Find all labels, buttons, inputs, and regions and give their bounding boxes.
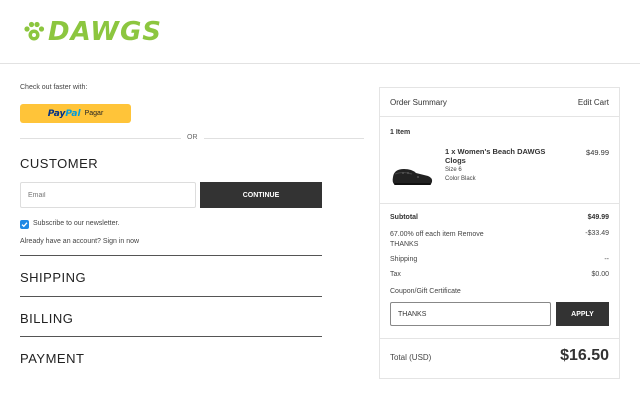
summary-divider [380, 338, 619, 339]
or-text: OR [181, 134, 204, 141]
item-price: $49.99 [586, 148, 609, 157]
tax-label: Tax [390, 271, 401, 278]
paypal-action-label: Pagar [84, 110, 104, 117]
shipping-label: Shipping [390, 256, 418, 263]
shipping-value: -- [604, 256, 609, 263]
logo-text: DAWGS [48, 17, 163, 47]
coupon-label: Coupon/Gift Certificate [390, 288, 461, 295]
total-label: Total (USD) [390, 353, 432, 362]
paypal-button[interactable]: PayPal Pagar [20, 104, 131, 123]
customer-title: CUSTOMER [20, 156, 99, 171]
black-clog-icon [392, 169, 433, 185]
item-size: Size 6 [445, 167, 462, 173]
checkmark-icon [21, 222, 28, 228]
continue-button[interactable]: CONTINUE [200, 182, 322, 208]
checkout-faster-label: Check out faster with: [20, 84, 88, 91]
subtotal-label: Subtotal [390, 214, 418, 221]
email-field[interactable] [20, 182, 196, 208]
paw-print-icon [24, 21, 45, 41]
site-logo[interactable]: DAWGS [22, 17, 162, 47]
payment-title[interactable]: PAYMENT [20, 351, 84, 366]
discount-value: -$33.49 [585, 230, 609, 237]
site-header: DAWGS [0, 0, 640, 64]
section-divider [20, 296, 322, 297]
checkout-form: Check out faster with: PayPal Pagar OR C… [20, 84, 364, 366]
item-name: 1 x Women's Beach DAWGS Clogs [445, 147, 546, 165]
order-summary: Order Summary Edit Cart 1 Item 1 x Women… [379, 87, 620, 379]
summary-divider [380, 203, 619, 204]
item-color: Color Black [445, 176, 476, 182]
signin-link[interactable]: Already have an account? Sign in now [20, 238, 139, 245]
shipping-title[interactable]: SHIPPING [20, 270, 86, 285]
total-value: $16.50 [560, 347, 609, 364]
items-count: 1 Item [390, 129, 411, 136]
edit-cart-link[interactable]: Edit Cart [578, 98, 609, 107]
paypal-logo: PayPal [47, 108, 81, 119]
section-divider [20, 336, 322, 337]
apply-button[interactable]: APPLY [556, 302, 609, 326]
section-divider [20, 255, 322, 256]
newsletter-checkbox[interactable] [20, 220, 29, 229]
coupon-field[interactable] [390, 302, 551, 326]
subtotal-value: $49.99 [587, 214, 609, 221]
billing-title[interactable]: BILLING [20, 311, 73, 326]
order-summary-title: Order Summary [390, 98, 447, 107]
newsletter-label: Subscribe to our newsletter. [33, 220, 120, 227]
tax-value: $0.00 [591, 271, 609, 278]
order-summary-header: Order Summary Edit Cart [380, 88, 619, 117]
discount-label: 67.00% off each item Remove THANKS [390, 231, 484, 248]
